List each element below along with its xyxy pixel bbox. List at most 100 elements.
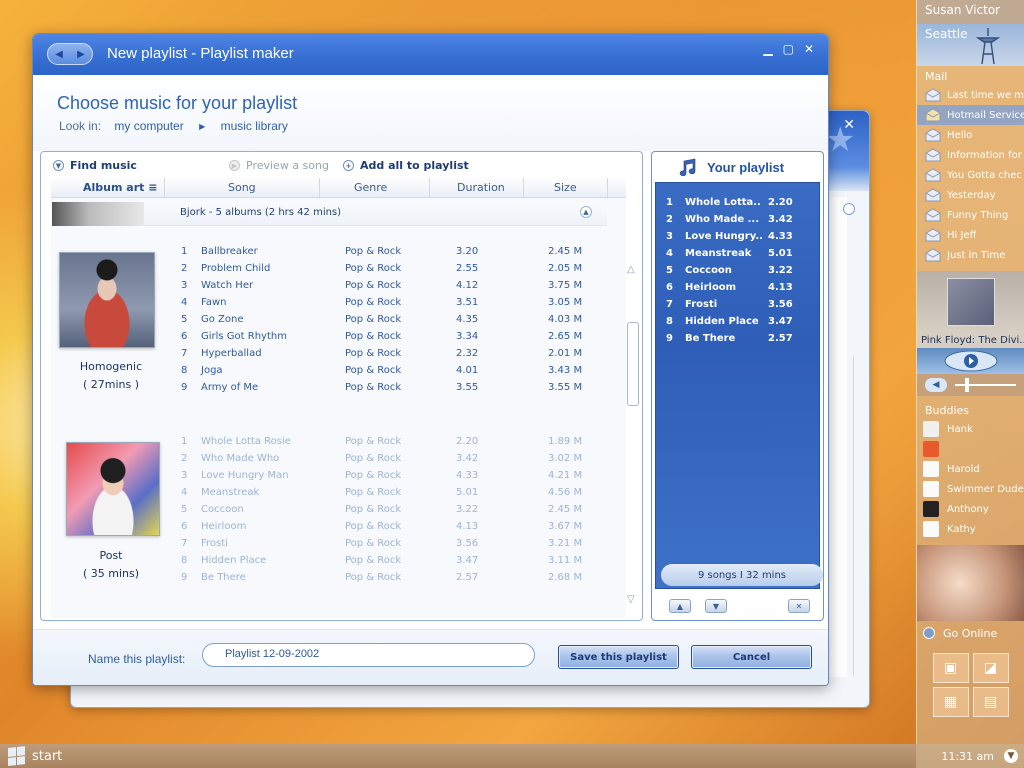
playlist-item[interactable]: 8 Hidden Place 3.47 [656, 314, 821, 331]
nav-buttons: ◀ ▶ [47, 43, 93, 65]
track-row[interactable]: 5 Coccoon Pop & Rock 3.22 2.45 M [181, 502, 601, 519]
column-size[interactable]: Size [554, 181, 577, 194]
calendar-tile-icon[interactable]: ▦ [932, 687, 969, 717]
playlist-item[interactable]: 4 Meanstreak 5.01 [656, 246, 821, 263]
playlist-item[interactable]: 3 Love Hungry.. 4.33 [656, 229, 821, 246]
background-close-icon[interactable]: ✕ [843, 117, 855, 133]
track-row[interactable]: 2 Who Made Who Pop & Rock 3.42 3.02 M [181, 451, 601, 468]
minimize-icon[interactable]: ▁ [763, 42, 772, 56]
buddy-avatar-icon [923, 441, 939, 457]
mail-item[interactable]: Hotmail Service [917, 105, 1024, 125]
mail-subject: Just in Time [947, 249, 1006, 261]
start-button[interactable]: start [0, 746, 62, 766]
track-row[interactable]: 4 Meanstreak Pop & Rock 5.01 4.56 M [181, 485, 601, 502]
playlist-name-input[interactable]: Playlist 12-09-2002 [202, 643, 535, 667]
list-scrollbar[interactable]: △ ▽ [624, 198, 640, 618]
column-duration[interactable]: Duration [457, 181, 505, 194]
playlist-item[interactable]: 1 Whole Lotta.. 2.20 [656, 195, 821, 212]
breadcrumb-music-library[interactable]: music library [221, 119, 288, 133]
system-clock[interactable]: 11:31 am ▼ [916, 744, 1024, 768]
move-down-button[interactable]: ▼ [705, 599, 727, 613]
artist-thumbnail [52, 202, 144, 226]
buddy-item[interactable] [917, 439, 1024, 459]
plus-icon: + [343, 160, 354, 171]
mail-item[interactable]: Last time we m [917, 85, 1024, 105]
album-cover-homogenic[interactable] [59, 252, 155, 348]
cancel-button[interactable]: Cancel [691, 645, 812, 669]
close-icon[interactable]: ✕ [804, 42, 814, 56]
column-song[interactable]: Song [228, 181, 256, 194]
go-online-button[interactable]: Go Online [917, 621, 1024, 645]
playlist-item[interactable]: 9 Be There 2.57 [656, 331, 821, 348]
artist-group-header[interactable]: Bjork - 5 albums (2 hrs 42 mins) ▲ [52, 202, 607, 226]
mail-item[interactable]: Hi Jeff [917, 225, 1024, 245]
preview-song-button[interactable]: ▶ Preview a song [229, 159, 329, 172]
track-title: Army of Me [201, 382, 259, 393]
album-cover-post[interactable] [66, 442, 160, 536]
track-row[interactable]: 3 Love Hungry Man Pop & Rock 4.33 4.21 M [181, 468, 601, 485]
add-all-button[interactable]: + Add all to playlist [343, 159, 469, 172]
breadcrumb-my-computer[interactable]: my computer [114, 119, 183, 133]
buddy-item[interactable]: Harold [917, 459, 1024, 479]
volume-bar[interactable]: ◀ [917, 374, 1024, 396]
mail-item[interactable]: You Gotta chec [917, 165, 1024, 185]
back-arrow-icon[interactable]: ◀ [48, 44, 70, 64]
track-row[interactable]: 8 Joga Pop & Rock 4.01 3.43 M [181, 363, 601, 380]
move-up-button[interactable]: ▲ [669, 599, 691, 613]
mail-item[interactable]: Hello [917, 125, 1024, 145]
speaker-icon[interactable]: ◀ [925, 378, 947, 392]
photos-tile-icon[interactable]: ▣ [932, 653, 969, 683]
user-name[interactable]: Susan Victor [917, 0, 1024, 24]
track-row[interactable]: 2 Problem Child Pop & Rock 2.55 2.05 M [181, 261, 601, 278]
music-tile-icon[interactable]: ◪ [972, 653, 1009, 683]
track-row[interactable]: 1 Ballbreaker Pop & Rock 3.20 2.45 M [181, 244, 601, 261]
mail-item[interactable]: Yesterday [917, 185, 1024, 205]
scroll-up-icon[interactable]: △ [627, 264, 635, 275]
volume-slider[interactable] [955, 378, 1016, 392]
save-playlist-button[interactable]: Save this playlist [558, 645, 679, 669]
remove-button[interactable]: ✕ [788, 599, 810, 613]
background-option-icon[interactable] [843, 203, 855, 215]
scroll-down-icon[interactable]: ▽ [627, 594, 635, 605]
find-music-button[interactable]: ▼ Find music [53, 159, 137, 172]
video-tile-icon[interactable]: ▤ [972, 687, 1009, 717]
background-scrollbar[interactable] [853, 356, 867, 676]
track-row[interactable]: 3 Watch Her Pop & Rock 4.12 3.75 M [181, 278, 601, 295]
weather-city[interactable]: Seattle [917, 24, 1024, 66]
column-genre[interactable]: Genre [354, 181, 387, 194]
scroll-thumb[interactable] [627, 322, 639, 406]
track-row[interactable]: 4 Fawn Pop & Rock 3.51 3.05 M [181, 295, 601, 312]
buddy-item[interactable]: Swimmer Dude [917, 479, 1024, 499]
track-row[interactable]: 6 Heirloom Pop & Rock 4.13 3.67 M [181, 519, 601, 536]
playlist-item-title: Coccoon [685, 265, 732, 276]
track-row[interactable]: 1 Whole Lotta Rosie Pop & Rock 2.20 1.89 M [181, 434, 601, 451]
buddy-item[interactable]: Kathy [917, 519, 1024, 539]
collapse-icon[interactable]: ▲ [580, 206, 592, 218]
playlist-item[interactable]: 7 Frosti 3.56 [656, 297, 821, 314]
track-row[interactable]: 6 Girls Got Rhythm Pop & Rock 3.34 2.65 M [181, 329, 601, 346]
playlist-item[interactable]: 6 Heirloom 4.13 [656, 280, 821, 297]
buddy-name: Hank [947, 423, 973, 435]
track-row[interactable]: 9 Be There Pop & Rock 2.57 2.68 M [181, 570, 601, 587]
play-pause-icon[interactable] [943, 350, 999, 372]
track-row[interactable]: 9 Army of Me Pop & Rock 3.55 3.55 M [181, 380, 601, 397]
maximize-icon[interactable]: ▢ [783, 42, 794, 56]
playlist-item[interactable]: 2 Who Made ... 3.42 [656, 212, 821, 229]
column-album-art[interactable]: Album art ≡ [83, 181, 157, 194]
photo-thumbnail[interactable] [917, 545, 1024, 621]
mail-subject: Yesterday [947, 189, 996, 201]
playlist-item[interactable]: 5 Coccoon 3.22 [656, 263, 821, 280]
mail-item[interactable]: Funny Thing [917, 205, 1024, 225]
chevron-down-icon[interactable]: ▼ [1004, 749, 1018, 763]
now-playing-album[interactable] [917, 271, 1024, 333]
find-music-panel: ▼ Find music ▶ Preview a song + Add all … [40, 151, 643, 621]
track-row[interactable]: 5 Go Zone Pop & Rock 4.35 4.03 M [181, 312, 601, 329]
track-row[interactable]: 7 Hyperballad Pop & Rock 2.32 2.01 M [181, 346, 601, 363]
forward-arrow-icon[interactable]: ▶ [70, 44, 92, 64]
mail-item[interactable]: Just in Time [917, 245, 1024, 265]
mail-item[interactable]: Information for [917, 145, 1024, 165]
buddy-item[interactable]: Hank [917, 419, 1024, 439]
buddy-item[interactable]: Anthony [917, 499, 1024, 519]
track-row[interactable]: 7 Frosti Pop & Rock 3.56 3.21 M [181, 536, 601, 553]
track-row[interactable]: 8 Hidden Place Pop & Rock 3.47 3.11 M [181, 553, 601, 570]
